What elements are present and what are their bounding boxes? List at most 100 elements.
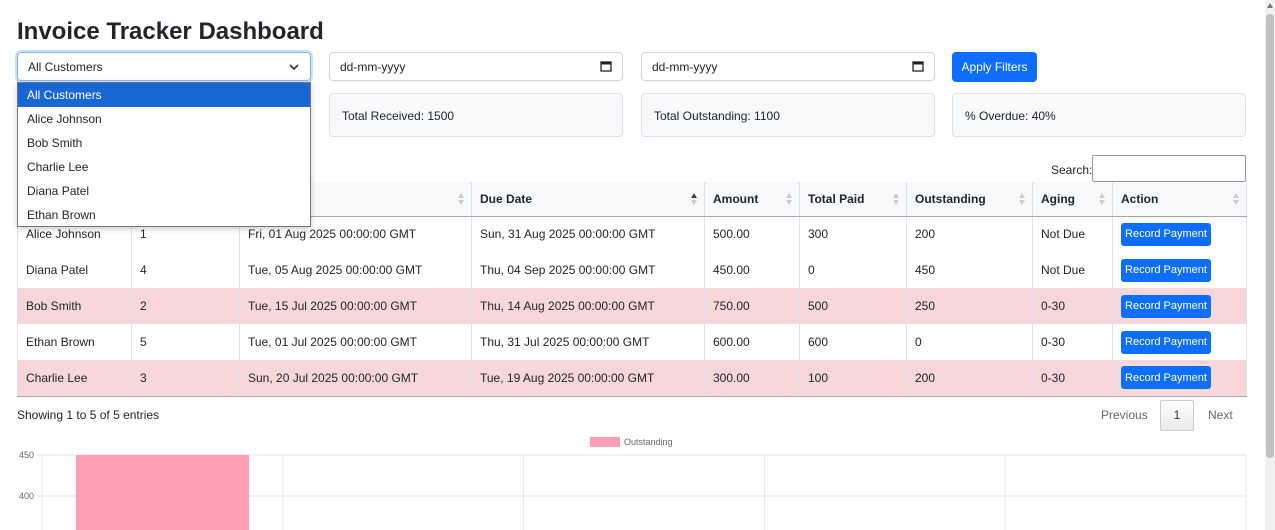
col-header-total-paid[interactable]: Total Paid xyxy=(799,182,907,217)
start-date-placeholder: dd-mm-yyyy xyxy=(340,60,406,74)
customer-dropdown-list: All Customers Alice Johnson Bob Smith Charl… xyxy=(17,82,311,227)
cell-amount: 600.00 xyxy=(704,324,800,360)
customer-option[interactable]: Alice Johnson xyxy=(18,107,310,131)
calendar-icon[interactable] xyxy=(600,60,612,72)
record-payment-button[interactable]: Record Payment xyxy=(1121,258,1211,282)
sort-asc-icon xyxy=(691,193,697,205)
total-received-text: Total Received: 1500 xyxy=(342,109,455,123)
cell-invoice: 4 xyxy=(131,252,240,288)
pct-overdue-card: % Overdue: 40% xyxy=(952,93,1246,137)
cell-action: Record Payment xyxy=(1112,216,1247,252)
customer-select[interactable]: All Customers xyxy=(17,52,311,81)
cell-customer: Bob Smith xyxy=(17,288,132,324)
customer-option[interactable]: Bob Smith xyxy=(18,131,310,155)
cell-due-date: Thu, 04 Sep 2025 00:00:00 GMT xyxy=(471,252,705,288)
cell-due-date: Thu, 14 Aug 2025 00:00:00 GMT xyxy=(471,288,705,324)
pct-overdue-text: % Overdue: 40% xyxy=(965,109,1056,123)
cell-invoice: 2 xyxy=(131,288,240,324)
chart-bar xyxy=(76,455,249,530)
chevron-down-icon xyxy=(289,64,299,71)
col-header-action[interactable]: Action xyxy=(1112,182,1247,217)
cell-paid: 600 xyxy=(799,324,907,360)
start-date-input[interactable]: dd-mm-yyyy xyxy=(329,52,623,81)
record-payment-button[interactable]: Record Payment xyxy=(1121,222,1211,246)
search-label: Search: xyxy=(1051,163,1093,177)
table-row: Ethan Brown 5 Tue, 01 Jul 2025 00:00:00 GM… xyxy=(17,324,1247,360)
col-header-label: Amount xyxy=(713,191,759,206)
cell-due-date: Sun, 31 Aug 2025 00:00:00 GMT xyxy=(471,216,705,252)
cell-amount: 450.00 xyxy=(704,252,800,288)
end-date-input[interactable]: dd-mm-yyyy xyxy=(641,52,935,81)
cell-customer: Diana Patel xyxy=(17,252,132,288)
table-row: Diana Patel 4 Tue, 05 Aug 2025 00:00:00 GM… xyxy=(17,252,1247,288)
y-tick-label: 400 xyxy=(19,491,34,501)
cell-amount: 750.00 xyxy=(704,288,800,324)
cell-invoice: 5 xyxy=(131,324,240,360)
cell-aging: Not Due xyxy=(1032,216,1113,252)
cell-outstanding: 0 xyxy=(906,324,1033,360)
end-date-placeholder: dd-mm-yyyy xyxy=(652,60,718,74)
pagination-page-1[interactable]: 1 xyxy=(1160,400,1194,431)
page-scrollbar[interactable] xyxy=(1265,0,1275,530)
col-header-aging[interactable]: Aging xyxy=(1032,182,1113,217)
cell-invoice-date: Tue, 15 Jul 2025 00:00:00 GMT xyxy=(239,288,472,324)
sort-icon xyxy=(786,193,792,205)
cell-action: Record Payment xyxy=(1112,252,1247,288)
cell-aging: Not Due xyxy=(1032,252,1113,288)
customer-select-value: All Customers xyxy=(28,60,103,74)
total-outstanding-card: Total Outstanding: 1100 xyxy=(641,93,935,137)
col-header-label: Total Paid xyxy=(808,191,865,206)
scroll-up-icon[interactable] xyxy=(1267,3,1273,8)
col-header-label: Aging xyxy=(1041,191,1075,206)
col-header-amount[interactable]: Amount xyxy=(704,182,800,217)
outstanding-chart: 450 400 Outstanding xyxy=(19,437,1247,530)
search-input[interactable] xyxy=(1092,155,1246,182)
table-info: Showing 1 to 5 of 5 entries xyxy=(17,408,160,422)
cell-customer: Charlie Lee xyxy=(17,360,132,397)
cell-aging: 0-30 xyxy=(1032,360,1113,397)
calendar-icon[interactable] xyxy=(912,60,924,72)
table-row: Bob Smith 2 Tue, 15 Jul 2025 00:00:00 GMT T… xyxy=(17,288,1247,324)
cell-paid: 0 xyxy=(799,252,907,288)
customer-option[interactable]: Diana Patel xyxy=(18,179,310,203)
cell-paid: 300 xyxy=(799,216,907,252)
record-payment-button[interactable]: Record Payment xyxy=(1121,294,1211,318)
cell-customer: Ethan Brown xyxy=(17,324,132,360)
apply-filters-button[interactable]: Apply Filters xyxy=(952,52,1037,82)
col-header-label: Outstanding xyxy=(915,191,986,206)
record-payment-button[interactable]: Record Payment xyxy=(1121,366,1211,390)
cell-outstanding: 250 xyxy=(906,288,1033,324)
col-header-outstanding[interactable]: Outstanding xyxy=(906,182,1033,217)
cell-paid: 100 xyxy=(799,360,907,397)
legend-swatch xyxy=(590,437,620,447)
record-payment-button[interactable]: Record Payment xyxy=(1121,330,1211,354)
sort-icon xyxy=(893,193,899,205)
cell-invoice-date: Tue, 01 Jul 2025 00:00:00 GMT xyxy=(239,324,472,360)
customer-option[interactable]: Charlie Lee xyxy=(18,155,310,179)
cell-due-date: Tue, 19 Aug 2025 00:00:00 GMT xyxy=(471,360,705,397)
cell-amount: 300.00 xyxy=(704,360,800,397)
sort-icon xyxy=(458,193,464,205)
customer-option[interactable]: All Customers xyxy=(18,83,310,107)
cell-invoice: 3 xyxy=(131,360,240,397)
total-received-card: Total Received: 1500 xyxy=(329,93,623,137)
y-tick-label: 450 xyxy=(19,450,34,460)
cell-amount: 500.00 xyxy=(704,216,800,252)
cell-outstanding: 450 xyxy=(906,252,1033,288)
cell-outstanding: 200 xyxy=(906,360,1033,397)
col-header-label: Due Date xyxy=(480,191,533,206)
total-outstanding-text: Total Outstanding: 1100 xyxy=(654,109,780,123)
customer-option[interactable]: Ethan Brown xyxy=(18,203,310,227)
col-header-due-date[interactable]: Due Date xyxy=(471,182,705,217)
cell-aging: 0-30 xyxy=(1032,288,1113,324)
cell-invoice-date: Sun, 20 Jul 2025 00:00:00 GMT xyxy=(239,360,472,397)
sort-icon xyxy=(1233,193,1239,205)
cell-outstanding: 200 xyxy=(906,216,1033,252)
legend-label: Outstanding xyxy=(624,437,673,447)
scrollbar-thumb[interactable] xyxy=(1266,14,1274,458)
cell-invoice-date: Tue, 05 Aug 2025 00:00:00 GMT xyxy=(239,252,472,288)
table-row: Charlie Lee 3 Sun, 20 Jul 2025 00:00:00 GM… xyxy=(17,360,1247,397)
page-title: Invoice Tracker Dashboard xyxy=(17,18,324,45)
cell-aging: 0-30 xyxy=(1032,324,1113,360)
cell-action: Record Payment xyxy=(1112,324,1247,360)
